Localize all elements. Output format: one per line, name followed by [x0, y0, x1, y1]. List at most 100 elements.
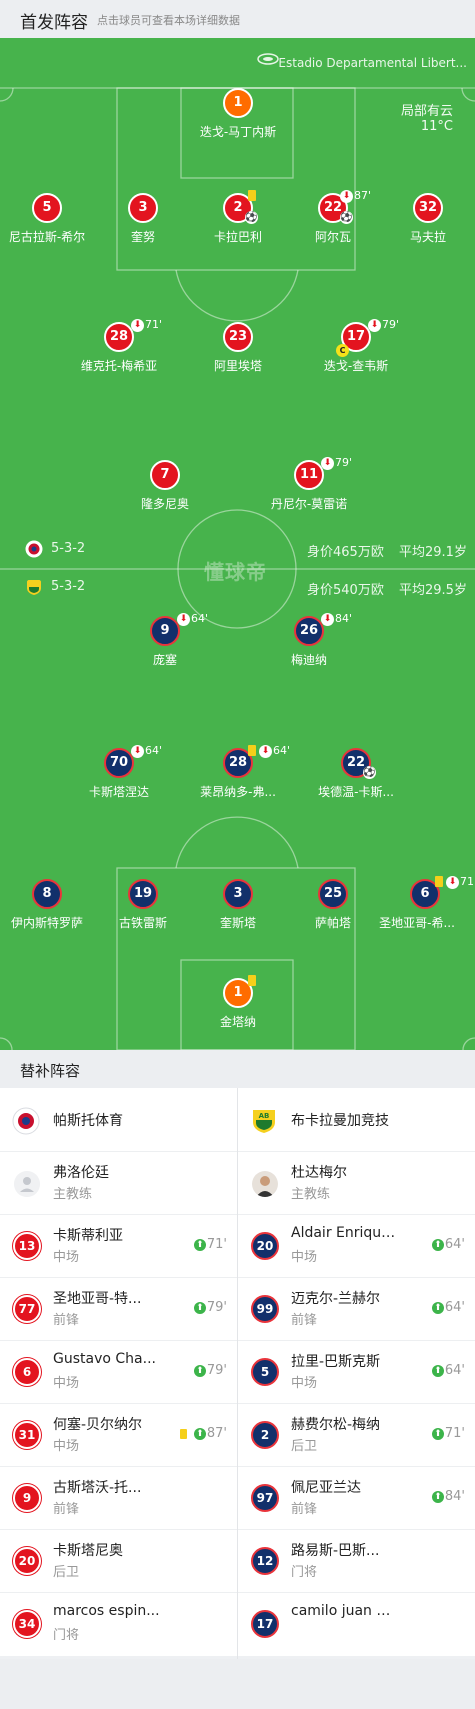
away-coach-row[interactable]: 杜达梅尔 主教练 [238, 1152, 475, 1215]
shirt-number: 6 [13, 1358, 41, 1386]
sub-player-row[interactable]: 17 camilo juan m... [238, 1593, 475, 1656]
sub-in-minute: 79' [206, 1300, 227, 1315]
home-formation: 5-3-2 [51, 541, 86, 556]
sub-off-marker: ⬇ 87' [340, 189, 371, 203]
sub-player-row[interactable]: 99 迈克尔-兰赫尔 前锋 ⬆ 64' [238, 1278, 475, 1341]
temperature-text: 11°C [420, 119, 453, 134]
sub-off-marker: ⬇ 79' [368, 318, 399, 332]
sub-player-row[interactable]: 77 圣地亚哥-特... 前锋 ⬆ 79' [0, 1278, 237, 1341]
sub-minute: 64' [273, 744, 291, 757]
player-position: 中场 [291, 1250, 318, 1265]
shirt-number: 13 [13, 1232, 41, 1260]
player-name: 庞塞 [152, 653, 177, 667]
player-name: 圣地亚哥-特... [53, 1291, 142, 1307]
lineup-hint: 点击球员可查看本场详细数据 [97, 14, 240, 27]
player-name: 赫费尔松-梅纳 [291, 1417, 381, 1433]
own-goal-icon: ⚽ [245, 211, 258, 224]
sub-in-icon: ⬆ [193, 1238, 206, 1251]
sub-off-icon: ⬇ [177, 612, 190, 626]
shirt-number: 70 [104, 748, 134, 778]
player-position: 中场 [53, 1439, 80, 1454]
coach-role: 主教练 [53, 1187, 93, 1202]
sub-off-icon: ⬇ [321, 612, 334, 626]
away-formation: 5-3-2 [51, 579, 86, 594]
sub-minute: 79' [335, 456, 353, 469]
player-name: 迈克尔-兰赫尔 [291, 1291, 381, 1307]
home-avg-age: 平均29.1岁 [399, 545, 467, 560]
sub-in-marker: ⬆ 87' [193, 1426, 227, 1441]
player-position: 中场 [53, 1376, 80, 1391]
player-position: 中场 [53, 1250, 80, 1265]
sub-player-row[interactable]: 20 卡斯塔尼奥 后卫 [0, 1530, 237, 1593]
sub-in-minute: 64' [444, 1237, 465, 1252]
player-position: 前锋 [53, 1313, 80, 1328]
player-name: marcos espin... [53, 1603, 160, 1619]
sub-in-marker: ⬆ 64' [431, 1300, 465, 1315]
away-team-row[interactable]: AB 布卡拉曼加竞技 [238, 1088, 475, 1152]
sub-off-icon: ⬇ [446, 875, 459, 889]
sub-in-marker: ⬆ 84' [431, 1489, 465, 1504]
sub-in-icon: ⬆ [193, 1427, 206, 1440]
sub-off-marker: ⬇ 64' [177, 612, 208, 626]
player-position: 前锋 [291, 1502, 318, 1517]
svg-text:AB: AB [259, 1112, 270, 1120]
sub-player-row[interactable]: 12 路易斯-巴斯... 门将 [238, 1530, 475, 1593]
sub-player-row[interactable]: 97 佩尼亚兰达 前锋 ⬆ 84' [238, 1467, 475, 1530]
captain-badge-icon: C [336, 344, 349, 357]
player-name: 埃德温-卡斯... [318, 785, 394, 799]
sub-minute: 64' [191, 612, 209, 625]
shirt-number: 20 [13, 1547, 41, 1575]
shirt-number: 28 [104, 322, 134, 352]
player-name: 丹尼尔-莫雷诺 [270, 497, 348, 511]
coach-avatar-icon [252, 1171, 278, 1197]
subs-title: 替补阵容 [20, 1062, 81, 1080]
home-coach-row[interactable]: 弗洛伦廷 主教练 [0, 1152, 237, 1215]
player-name: 佩尼亚兰达 [291, 1480, 361, 1496]
sub-player-row[interactable]: 20 Aldair Enrique... 中场 ⬆ 64' [238, 1215, 475, 1278]
sub-off-icon: ⬇ [368, 318, 381, 332]
sub-player-row[interactable]: 9 古斯塔沃-托... 前锋 [0, 1467, 237, 1530]
lineup-header: 首发阵容 点击球员可查看本场详细数据 [0, 0, 475, 38]
sub-player-row[interactable]: 31 何塞-贝尔纳尔 中场 ⬆ 87' [0, 1404, 237, 1467]
player-name: 卡斯塔涅达 [88, 785, 149, 799]
home-team-row[interactable]: 帕斯托体育 [0, 1088, 237, 1152]
sub-in-icon: ⬆ [431, 1427, 444, 1440]
sub-in-minute: 64' [444, 1300, 465, 1315]
coach-role: 主教练 [291, 1187, 331, 1202]
sub-off-icon: ⬇ [131, 744, 144, 758]
player-name: 卡斯蒂利亚 [53, 1228, 123, 1244]
sub-player-row[interactable]: 2 赫费尔松-梅纳 后卫 ⬆ 71' [238, 1404, 475, 1467]
player-name: Gustavo Cha... [53, 1351, 156, 1367]
sub-off-icon: ⬇ [131, 318, 144, 332]
player-name: 古斯塔沃-托... [53, 1480, 142, 1496]
player-name: 何塞-贝尔纳尔 [53, 1417, 143, 1433]
sub-player-row[interactable]: 34 marcos espin... 门将 [0, 1593, 237, 1656]
player-position: 门将 [291, 1565, 318, 1580]
sub-player-row[interactable]: 5 拉里-巴斯克斯 中场 ⬆ 64' [238, 1341, 475, 1404]
shirt-number: 9 [13, 1484, 41, 1512]
home-team-logo-icon [25, 540, 43, 558]
sub-off-icon: ⬇ [340, 189, 353, 203]
sub-player-row[interactable]: 6 Gustavo Cha... 中场 ⬆ 79' [0, 1341, 237, 1404]
sub-off-icon: ⬇ [321, 456, 334, 470]
sub-in-minute: 79' [206, 1363, 227, 1378]
pitch: Estadio Departamental Libert... 局部有云 11°… [0, 38, 475, 1050]
sub-in-marker: ⬆ 64' [431, 1237, 465, 1252]
shirt-number: 7 [150, 460, 180, 490]
yellow-card-icon [180, 1429, 187, 1439]
shirt-number: 99 [251, 1295, 279, 1323]
away-team-logo-icon [27, 580, 41, 595]
away-team-summary: 5-3-2 身价540万欧 平均29.5岁 [0, 578, 475, 598]
sub-in-icon: ⬆ [431, 1238, 444, 1251]
player-position: 中场 [291, 1376, 318, 1391]
sub-in-minute: 71' [444, 1426, 465, 1441]
player-name: 维克托-梅希亚 [80, 359, 158, 373]
sub-minute: 79' [382, 318, 400, 331]
sub-in-marker: ⬆ 79' [193, 1363, 227, 1378]
goal-icon: ⚽ [363, 766, 376, 779]
sub-in-icon: ⬆ [431, 1364, 444, 1377]
coach-name: 弗洛伦廷 [53, 1165, 109, 1181]
sub-in-marker: ⬆ 79' [193, 1300, 227, 1315]
sub-player-row[interactable]: 13 卡斯蒂利亚 中场 ⬆ 71' [0, 1215, 237, 1278]
sub-in-minute: 87' [206, 1426, 227, 1441]
